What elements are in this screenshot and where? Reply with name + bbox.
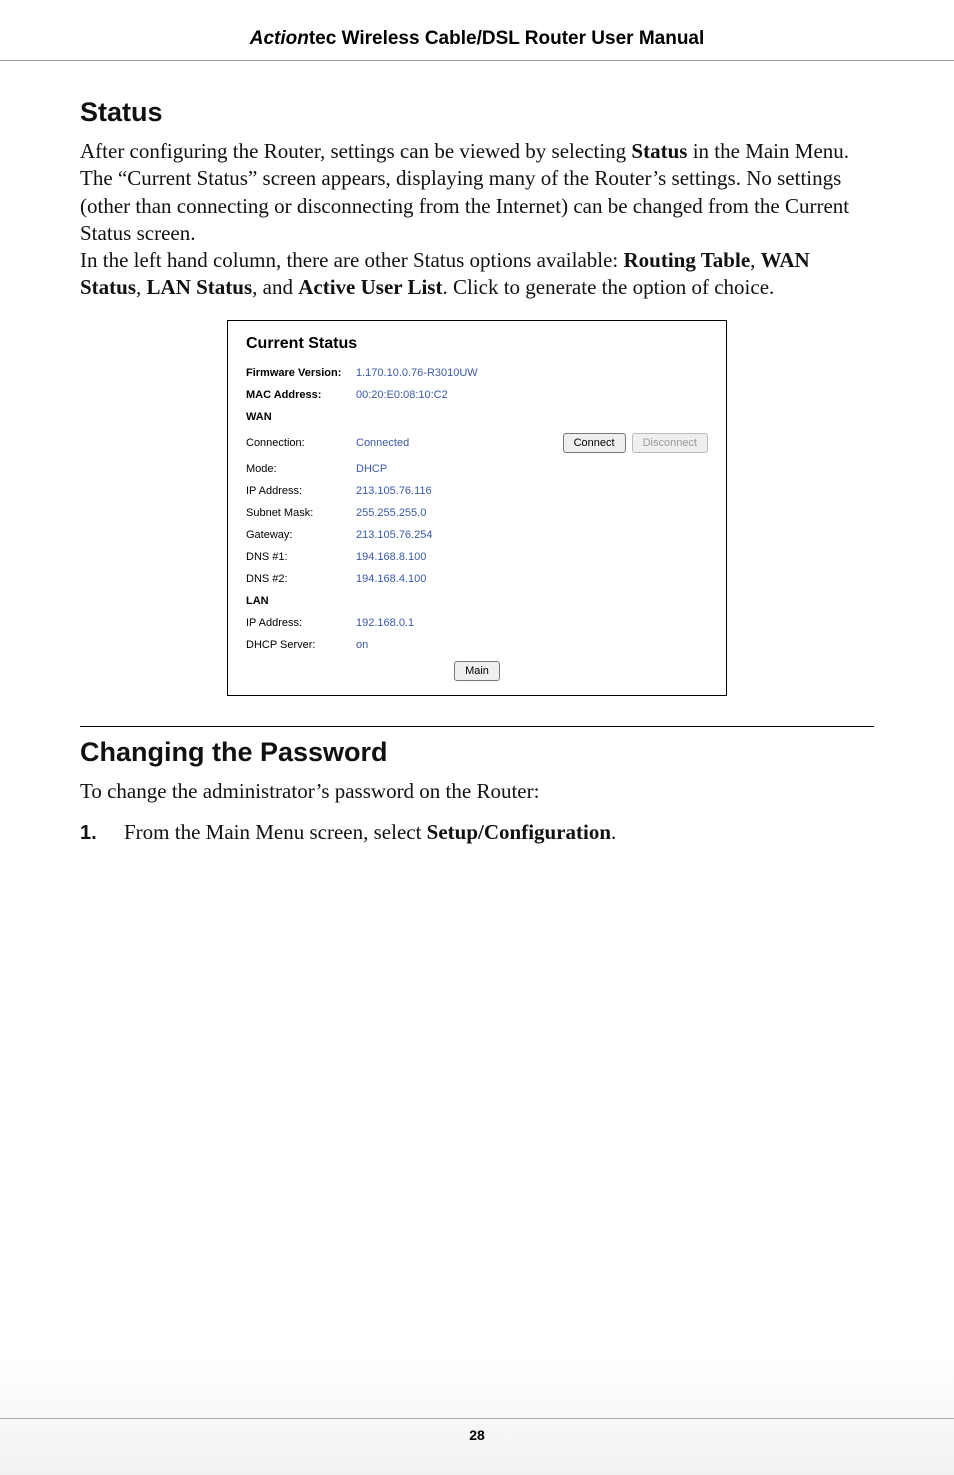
mac-label: MAC Address: bbox=[246, 389, 356, 401]
subnet-label: Subnet Mask: bbox=[246, 507, 356, 519]
p2-bold-active: Active User List bbox=[298, 275, 442, 299]
current-status-title: Current Status bbox=[246, 335, 708, 353]
row-subnet: Subnet Mask: 255.255.255.0 bbox=[246, 507, 708, 519]
dns2-value: 194.168.4.100 bbox=[356, 573, 708, 585]
lan-ip-label: IP Address: bbox=[246, 617, 356, 629]
current-status-panel: Current Status Firmware Version: 1.170.1… bbox=[227, 320, 727, 696]
status-heading: Status bbox=[80, 97, 874, 128]
p2-frag-c: , bbox=[136, 275, 147, 299]
mode-label: Mode: bbox=[246, 463, 356, 475]
p2-bold-lan: LAN Status bbox=[147, 275, 253, 299]
row-dns2: DNS #2: 194.168.4.100 bbox=[246, 573, 708, 585]
manual-header: Actiontec Wireless Cable/DSL Router User… bbox=[0, 0, 954, 60]
brand-italic: Action bbox=[250, 28, 309, 49]
disconnect-button[interactable]: Disconnect bbox=[632, 433, 708, 453]
lan-section-header: LAN bbox=[246, 595, 708, 607]
subnet-value: 255.255.255.0 bbox=[356, 507, 708, 519]
step-1-a: From the Main Menu screen, select bbox=[124, 820, 427, 844]
main-button[interactable]: Main bbox=[454, 661, 500, 681]
p2-frag-d: , and bbox=[252, 275, 298, 299]
password-intro: To change the administrator’s password o… bbox=[80, 778, 874, 805]
row-dhcp-server: DHCP Server: on bbox=[246, 639, 708, 651]
content-area: Status After configuring the Router, set… bbox=[0, 61, 954, 846]
connection-buttons: Connect Disconnect bbox=[563, 433, 708, 453]
dns1-label: DNS #1: bbox=[246, 551, 356, 563]
connection-value: Connected bbox=[356, 437, 563, 449]
p1-frag-a: After configuring the Router, settings c… bbox=[80, 139, 631, 163]
row-mode: Mode: DHCP bbox=[246, 463, 708, 475]
p2-frag-e: . Click to generate the option of choice… bbox=[442, 275, 774, 299]
firmware-value: 1.170.10.0.76-R3010UW bbox=[356, 367, 708, 379]
dhcp-server-value: on bbox=[356, 639, 708, 651]
dhcp-server-label: DHCP Server: bbox=[246, 639, 356, 651]
p2-frag-a: In the left hand column, there are other… bbox=[80, 248, 624, 272]
p2-bold-routing: Routing Table bbox=[624, 248, 751, 272]
connection-label: Connection: bbox=[246, 437, 356, 449]
mode-value: DHCP bbox=[356, 463, 708, 475]
status-paragraph-2: In the left hand column, there are other… bbox=[80, 247, 874, 302]
connect-button[interactable]: Connect bbox=[563, 433, 626, 453]
mac-value: 00:20:E0:08:10:C2 bbox=[356, 389, 708, 401]
status-paragraph-1: After configuring the Router, settings c… bbox=[80, 138, 874, 247]
dns1-value: 194.168.8.100 bbox=[356, 551, 708, 563]
manual-title-rest: Wireless Cable/DSL Router User Manual bbox=[336, 28, 704, 49]
row-wan-ip: IP Address: 213.105.76.116 bbox=[246, 485, 708, 497]
step-1-text: From the Main Menu screen, select Setup/… bbox=[124, 819, 616, 846]
brand-suffix: tec bbox=[309, 28, 336, 49]
password-heading: Changing the Password bbox=[80, 737, 874, 768]
lan-ip-value: 192.168.0.1 bbox=[356, 617, 708, 629]
wan-section-header: WAN bbox=[246, 411, 708, 423]
row-dns1: DNS #1: 194.168.8.100 bbox=[246, 551, 708, 563]
document-page: Actiontec Wireless Cable/DSL Router User… bbox=[0, 0, 954, 1475]
gateway-label: Gateway: bbox=[246, 529, 356, 541]
step-1-b: . bbox=[611, 820, 616, 844]
firmware-label: Firmware Version: bbox=[246, 367, 356, 379]
row-connection: Connection: Connected Connect Disconnect bbox=[246, 433, 708, 453]
wan-ip-value: 213.105.76.116 bbox=[356, 485, 708, 497]
dns2-label: DNS #2: bbox=[246, 573, 356, 585]
step-1-number: 1. bbox=[80, 820, 100, 846]
step-1: 1. From the Main Menu screen, select Set… bbox=[80, 819, 874, 846]
main-button-row: Main bbox=[246, 661, 708, 681]
gateway-value: 213.105.76.254 bbox=[356, 529, 708, 541]
wan-ip-label: IP Address: bbox=[246, 485, 356, 497]
screenshot-wrap: Current Status Firmware Version: 1.170.1… bbox=[80, 320, 874, 696]
row-firmware: Firmware Version: 1.170.10.0.76-R3010UW bbox=[246, 367, 708, 379]
p1-bold-status: Status bbox=[631, 139, 687, 163]
password-steps: 1. From the Main Menu screen, select Set… bbox=[80, 819, 874, 846]
section-divider bbox=[80, 726, 874, 727]
footer-rule bbox=[0, 1418, 954, 1419]
row-mac: MAC Address: 00:20:E0:08:10:C2 bbox=[246, 389, 708, 401]
page-number: 28 bbox=[0, 1427, 954, 1443]
p2-frag-b: , bbox=[750, 248, 761, 272]
step-1-bold: Setup/Configuration bbox=[427, 820, 611, 844]
row-gateway: Gateway: 213.105.76.254 bbox=[246, 529, 708, 541]
row-lan-ip: IP Address: 192.168.0.1 bbox=[246, 617, 708, 629]
